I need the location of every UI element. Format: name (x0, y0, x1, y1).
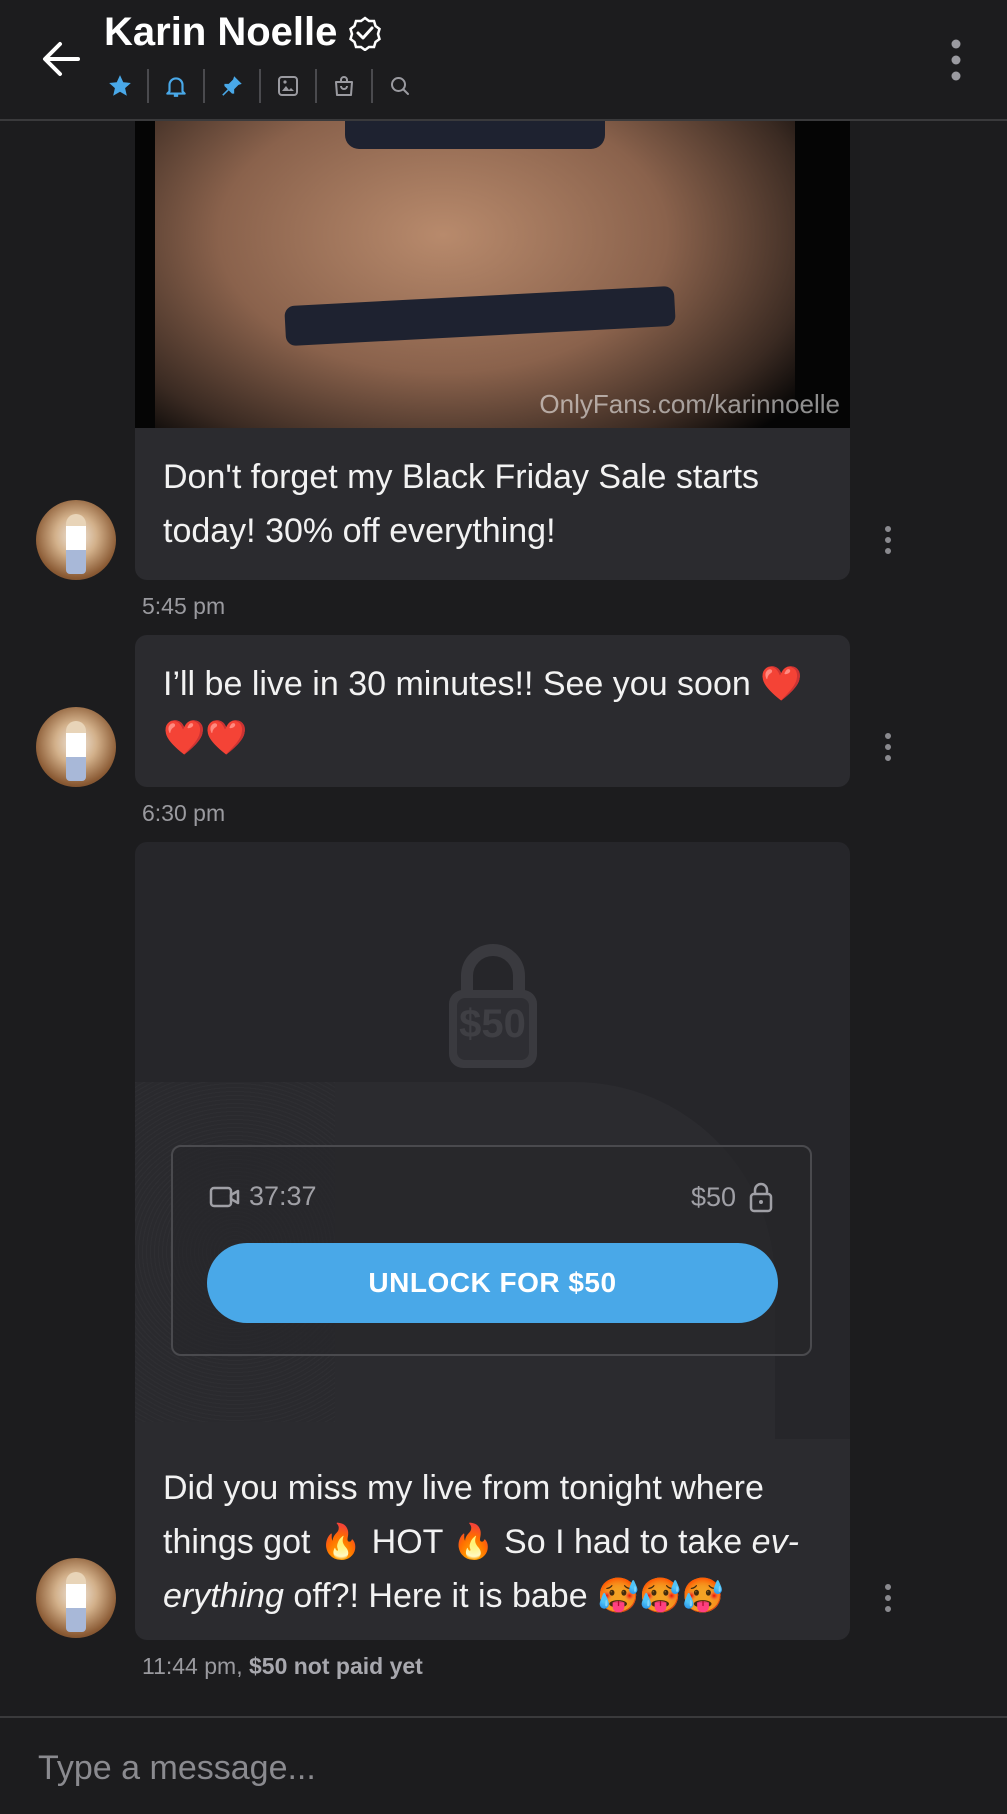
photo-content (155, 121, 795, 428)
message-media-image[interactable]: OnlyFans.com/karinnoelle (135, 121, 850, 428)
video-camera-icon (209, 1186, 240, 1207)
message-bubble[interactable]: Don't forget my Black Friday Sale starts… (135, 428, 850, 580)
message-bubble[interactable]: I’ll be live in 30 minutes!! See you soo… (135, 635, 850, 787)
unlock-button[interactable]: UNLOCK FOR $50 (207, 1243, 778, 1323)
chat-header: Karin Noelle (0, 0, 1007, 121)
divider (259, 69, 261, 103)
payment-status: $50 not paid yet (248, 1653, 423, 1679)
star-icon[interactable] (102, 68, 138, 104)
message-meta: 11:44 pm, $50 not paid yet (142, 1653, 423, 1680)
header-toolbar (102, 68, 418, 104)
duration-label: 37:37 (249, 1181, 317, 1211)
avatar[interactable] (36, 500, 116, 580)
locked-media[interactable]: $50 37:37 $50 UNLOCK FOR $50 (135, 842, 850, 1439)
padlock-icon (749, 1182, 773, 1213)
locked-price-overlay: $50 (459, 1002, 526, 1046)
message-options-icon[interactable] (883, 525, 893, 555)
divider (371, 69, 373, 103)
divider (315, 69, 317, 103)
back-arrow-icon[interactable] (38, 36, 84, 82)
message-bubble[interactable]: Did you miss my live from tonight where … (135, 1439, 850, 1640)
photo-detail (345, 121, 605, 149)
price-info: $50 (691, 1181, 774, 1213)
video-duration: 37:37 (209, 1181, 317, 1212)
message-composer (0, 1716, 1007, 1814)
verified-badge-icon (349, 15, 382, 51)
message-text: off?! Here it is babe 🥵🥵🥵 (283, 1577, 725, 1615)
bag-icon[interactable] (326, 68, 362, 104)
price-label: $50 (690, 1181, 736, 1212)
message-timestamp: 5:45 pm (142, 593, 226, 619)
more-options-icon[interactable] (949, 38, 963, 82)
message-timestamp: 6:30 pm (142, 800, 226, 826)
bell-icon[interactable] (158, 68, 194, 104)
search-icon[interactable] (382, 68, 418, 104)
message-input[interactable] (36, 1744, 940, 1792)
divider (203, 69, 205, 103)
message-timestamp: 11:44 pm, (142, 1653, 243, 1679)
contact-name[interactable]: Karin Noelle (104, 10, 337, 55)
message-list[interactable]: OnlyFans.com/karinnoelle Don't forget my… (0, 121, 1007, 1717)
divider (147, 69, 149, 103)
media-watermark: OnlyFans.com/karinnoelle (539, 389, 840, 419)
message-options-icon[interactable] (883, 1583, 893, 1613)
unlock-panel: 37:37 $50 UNLOCK FOR $50 (171, 1145, 812, 1356)
image-icon[interactable] (270, 68, 306, 104)
message-options-icon[interactable] (883, 732, 893, 762)
pin-icon[interactable] (214, 68, 250, 104)
avatar[interactable] (36, 707, 116, 787)
message-text: Did you miss my live from tonight where … (163, 1469, 764, 1561)
avatar[interactable] (36, 1558, 116, 1638)
